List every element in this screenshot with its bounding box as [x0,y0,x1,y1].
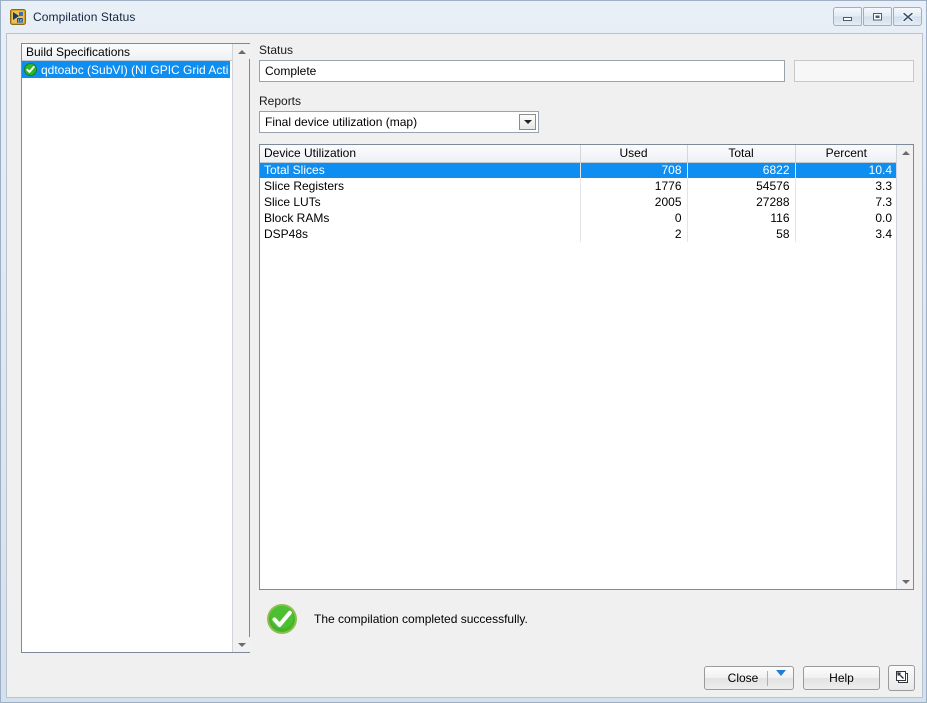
cell-name: DSP48s [260,226,581,242]
chevron-down-icon[interactable] [776,670,786,690]
status-value-field: Complete [259,60,786,82]
column-header-total[interactable]: Total [687,145,796,163]
table-row[interactable]: Slice LUTs 2005 27288 7.3 [260,194,897,210]
table-header-row: Device Utilization Used Total Percent [260,145,897,163]
table-row[interactable]: Block RAMs 0 116 0.0 [260,210,897,226]
restore-window-icon [893,668,911,689]
green-check-icon [24,63,37,76]
compilation-status-window: 15 Compilation Status Build Specificatio… [0,0,927,703]
build-specifications-scrollbar[interactable] [232,44,250,652]
restore-window-button[interactable] [888,665,915,691]
window-title: Compilation Status [33,10,136,24]
report-pane: Status Complete Reports Final device uti… [259,43,914,691]
cell-name: Total Slices [260,162,581,178]
device-utilization-table: Device Utilization Used Total Percent To… [259,144,914,590]
table-row[interactable]: Total Slices 708 6822 10.4 [260,162,897,178]
table-scrollbar[interactable] [896,145,913,589]
close-button-main[interactable]: Close [704,666,794,690]
reports-dropdown[interactable]: Final device utilization (map) [259,111,539,133]
cell-used: 0 [580,210,688,226]
labview-compile-icon: 15 [10,9,26,25]
cell-percent: 3.3 [875,179,892,193]
close-button-divider [767,671,768,686]
utilization-table: Device Utilization Used Total Percent To… [260,145,897,242]
cell-percent: 3.4 [875,227,892,241]
help-button[interactable]: Help [803,666,880,690]
cell-used: 2 [580,226,688,242]
build-specifications-header: Build Specifications [22,44,249,61]
build-spec-item[interactable]: qdtoabc (SubVI) (NI GPIC Grid Acti [22,61,230,78]
minimize-button[interactable] [833,7,862,26]
cell-percent: 7.3 [875,195,892,209]
build-spec-item-label: qdtoabc (SubVI) (NI GPIC Grid Acti [41,62,229,77]
cell-name: Slice Registers [260,178,581,194]
green-check-circle-icon [266,603,298,635]
cell-used: 1776 [580,178,688,194]
scroll-up-icon[interactable] [233,44,250,59]
cell-percent: 0.0 [875,211,892,225]
svg-text:15: 15 [17,18,23,23]
close-button[interactable] [893,7,922,26]
column-header-device-utilization[interactable]: Device Utilization [260,145,581,163]
status-label: Status [259,43,294,57]
cell-total: 116 [687,210,796,226]
reports-selected-value: Final device utilization (map) [265,115,418,129]
help-button-label: Help [829,671,854,685]
progress-field [794,60,914,82]
status-row: Complete [259,60,914,82]
cell-used: 708 [580,162,688,178]
build-specifications-panel: Build Specifications qdtoabc (SubVI) (NI… [21,43,250,653]
cell-used: 2005 [580,194,688,210]
reports-section: Reports Final device utilization (map) [259,94,914,133]
title-bar[interactable]: 15 Compilation Status [1,1,927,33]
result-message-row: The compilation completed successfully. [259,602,914,636]
column-header-percent[interactable]: Percent [795,145,897,163]
scroll-up-icon[interactable] [897,145,913,160]
maximize-button[interactable] [863,7,892,26]
table-row[interactable]: DSP48s 2 58 3.4 [260,226,897,242]
close-button-label: Close [727,671,759,685]
cell-total: 58 [687,226,796,242]
cell-name: Slice LUTs [260,194,581,210]
window-controls [832,7,922,26]
dialog-button-bar: Close Help [7,665,924,691]
cell-total: 6822 [687,162,796,178]
table-row[interactable]: Slice Registers 1776 54576 3.3 [260,178,897,194]
scroll-down-icon[interactable] [897,574,913,589]
result-message-text: The compilation completed successfully. [314,612,528,626]
cell-total: 27288 [687,194,796,210]
dialog-client-area: Build Specifications qdtoabc (SubVI) (NI… [6,33,923,698]
column-header-used[interactable]: Used [580,145,688,163]
chevron-down-icon[interactable] [519,114,536,130]
cell-name: Block RAMs [260,210,581,226]
cell-total: 54576 [687,178,796,194]
cell-percent: 10.4 [795,162,897,178]
scroll-down-icon[interactable] [233,637,250,652]
reports-label: Reports [259,94,302,108]
